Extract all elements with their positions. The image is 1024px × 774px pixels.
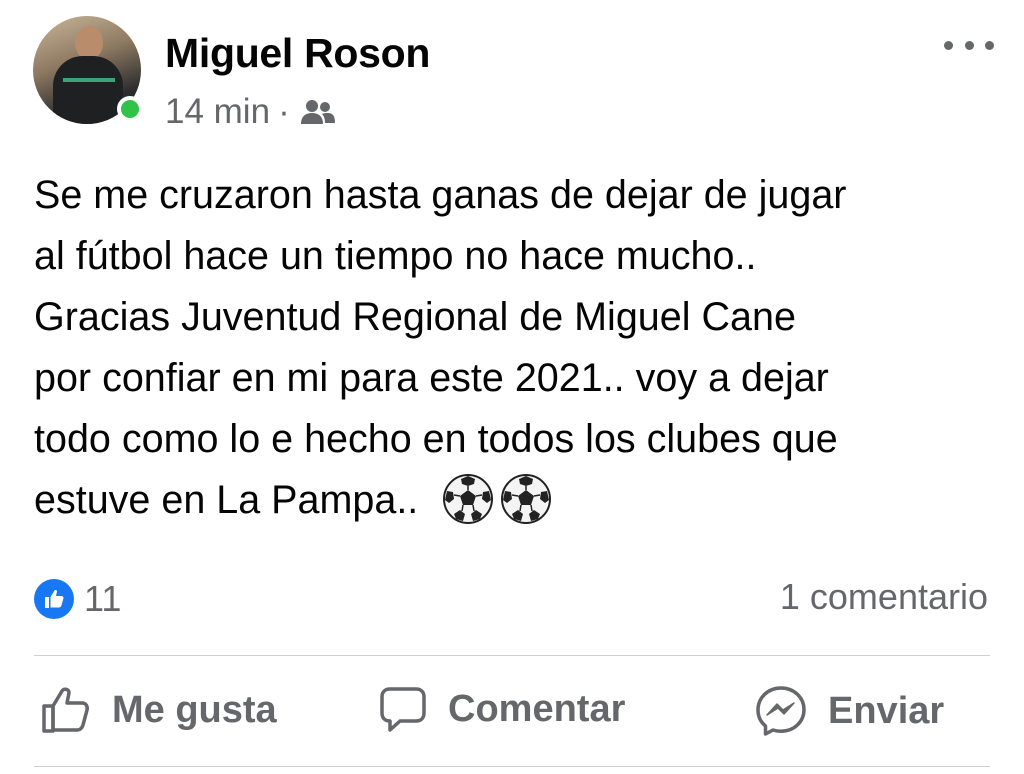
- messenger-icon: [756, 686, 806, 736]
- like-button[interactable]: Me gusta: [40, 684, 277, 736]
- divider: [34, 655, 990, 656]
- post-text-last-line: estuve en La Pampa..: [34, 470, 1004, 531]
- meta-separator: ·: [278, 92, 290, 131]
- send-button-label: Enviar: [828, 689, 945, 732]
- comment-bubble-icon: [380, 687, 426, 732]
- comment-button[interactable]: Comentar: [378, 684, 625, 734]
- soccer-ball-emoji: [501, 474, 552, 524]
- author-name[interactable]: Miguel Roson: [165, 30, 430, 77]
- post-text-line: al fútbol hace un tiempo no hace mucho..: [34, 234, 757, 278]
- post-text-line: estuve en La Pampa..: [34, 478, 419, 522]
- comment-count-link[interactable]: 1 comentario: [780, 576, 988, 618]
- post-timestamp[interactable]: 14 min: [165, 92, 270, 132]
- like-reaction-icon: [34, 579, 74, 619]
- online-status-indicator: [117, 96, 143, 122]
- send-button[interactable]: Enviar: [754, 684, 944, 738]
- friends-icon[interactable]: [300, 98, 336, 126]
- reactions-summary[interactable]: 11: [34, 578, 121, 620]
- post-text-line: Se me cruzaron hasta ganas de dejar de j…: [34, 173, 847, 217]
- facebook-post: Miguel Roson 14 min · Se me cruzaron has…: [0, 0, 1024, 774]
- divider: [34, 766, 990, 767]
- post-text: Se me cruzaron hasta ganas de dejar de j…: [34, 165, 1004, 531]
- more-options-button[interactable]: [944, 30, 994, 60]
- like-button-label: Me gusta: [112, 688, 277, 731]
- post-text-line: por confiar en mi para este 2021.. voy a…: [34, 356, 829, 400]
- reaction-count: 11: [84, 578, 122, 619]
- post-meta: 14 min ·: [165, 92, 336, 132]
- comment-button-label: Comentar: [448, 687, 626, 730]
- more-horizontal-icon: [944, 40, 953, 50]
- soccer-ball-emoji: [443, 474, 494, 524]
- post-text-line: todo como lo e hecho en todos los clubes…: [34, 417, 838, 461]
- post-text-line: Gracias Juventud Regional de Miguel Cane: [34, 295, 796, 339]
- thumbs-up-icon: [42, 687, 89, 733]
- avatar[interactable]: [33, 16, 143, 124]
